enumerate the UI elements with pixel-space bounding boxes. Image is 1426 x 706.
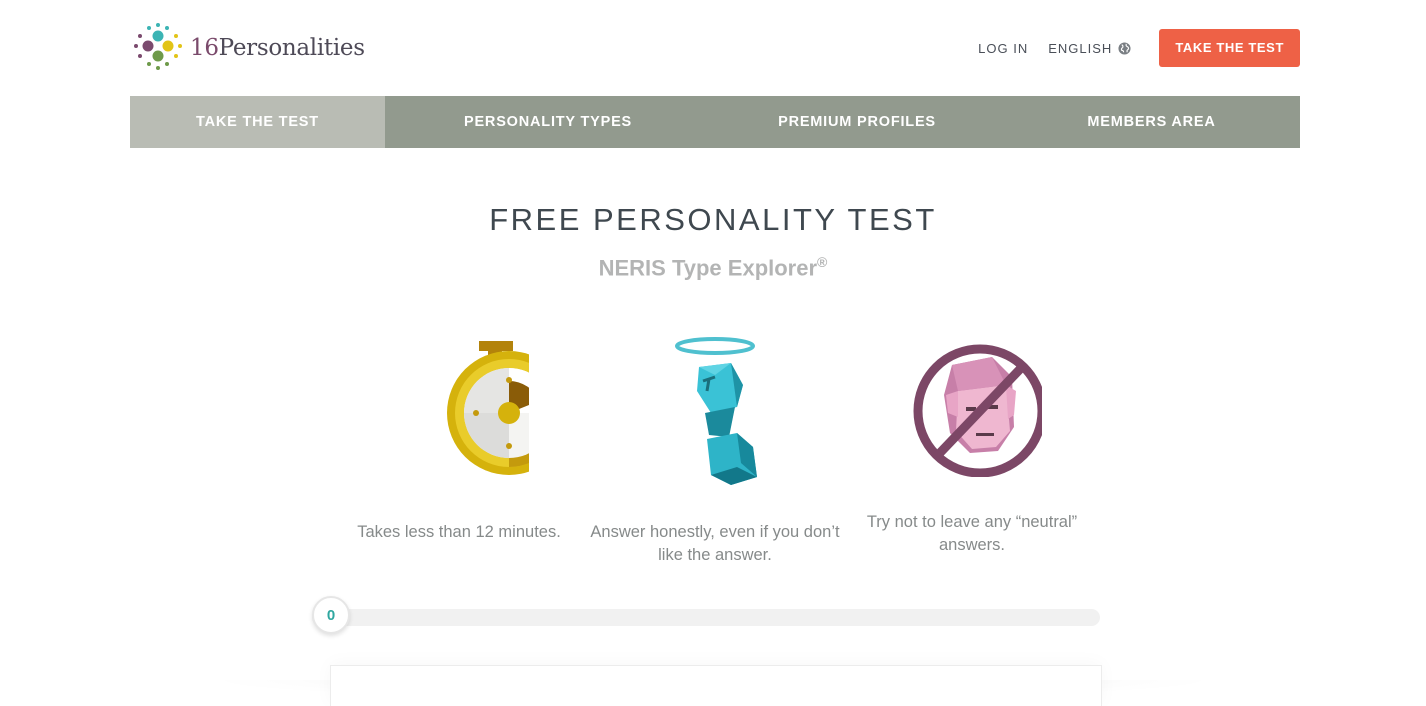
nav-item-label: MEMBERS AREA (1087, 114, 1216, 130)
progress-knob[interactable]: 0 (312, 596, 350, 634)
feature-honesty: Answer honestly, even if you don’t like … (590, 335, 840, 567)
registered-mark: ® (817, 254, 828, 270)
no-neutral-face-icon (913, 344, 1042, 477)
feature-honesty-text: Answer honestly, even if you don’t like … (590, 523, 840, 564)
nav-item-take-the-test[interactable]: TAKE THE TEST (130, 96, 385, 148)
nav-item-label: PERSONALITY TYPES (463, 114, 633, 130)
question-panel (330, 665, 1102, 706)
feature-time-text: Takes less than 12 minutes. (357, 523, 561, 541)
nav-item-personality-types[interactable]: PERSONALITY TYPES (385, 96, 711, 148)
page-title: FREE PERSONALITY TEST (489, 202, 937, 237)
nav-item-label: PREMIUM PROFILES (778, 114, 936, 130)
logo-text: 16Personalities (190, 35, 365, 61)
page-subtitle: NERIS Type Explorer® (0, 254, 1426, 281)
feature-no-neutral-text: Try not to leave any “neutral” answers. (866, 513, 1078, 554)
stopwatch-icon (447, 341, 529, 475)
login-link[interactable]: LOG IN (978, 41, 1028, 56)
feature-no-neutral: Try not to leave any “neutral” answers. (847, 335, 1097, 557)
progress-track (312, 609, 1100, 626)
site-logo[interactable]: 16Personalities (132, 22, 365, 74)
logo-number: 16 (190, 35, 219, 61)
login-label: LOG IN (978, 40, 1029, 56)
nav-item-premium-profiles[interactable]: PREMIUM PROFILES (711, 96, 1003, 148)
globe-icon (1118, 41, 1131, 55)
take-the-test-button[interactable]: TAKE THE TEST (1159, 29, 1300, 67)
statue-halo-icon (675, 337, 757, 485)
main-nav: TAKE THE TEST PERSONALITY TYPES PREMIUM … (130, 96, 1300, 148)
header-links: LOG IN ENGLISH TAKE THE TEST (978, 29, 1300, 67)
nav-item-members-area[interactable]: MEMBERS AREA (1003, 96, 1300, 148)
feature-time: Takes less than 12 minutes. (334, 335, 584, 544)
nav-item-label: TAKE THE TEST (196, 114, 319, 130)
language-label: ENGLISH (1048, 40, 1113, 56)
logo-word: Personalities (218, 35, 365, 61)
subtitle-text: NERIS Type Explorer (598, 255, 818, 281)
logo-dots-icon (134, 23, 182, 70)
language-selector[interactable]: ENGLISH (1048, 41, 1131, 56)
